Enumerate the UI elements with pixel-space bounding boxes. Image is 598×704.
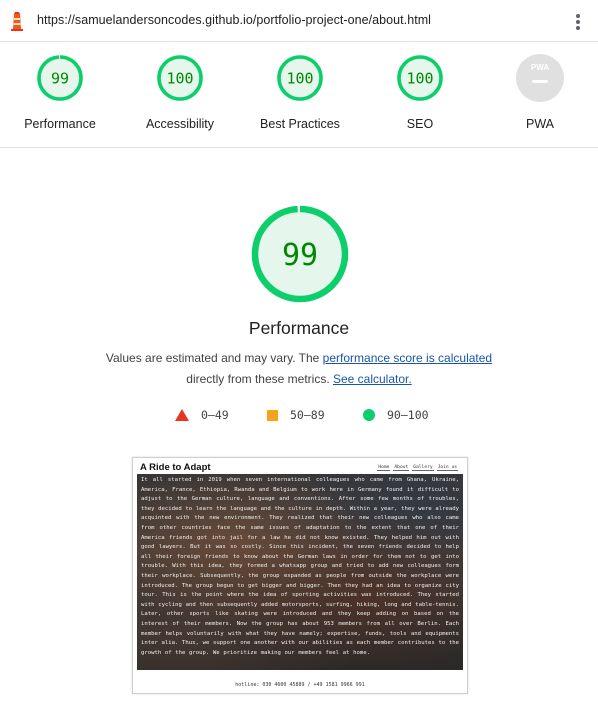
screenshot-nav: Home About Gallery Join us — [377, 465, 458, 471]
performance-description-line1: Values are estimated and may vary. The p… — [0, 348, 598, 369]
gauge-best-practices[interactable]: 100 Best Practices — [240, 54, 360, 131]
score-gauge: 99 — [37, 55, 83, 101]
gauge-label: Best Practices — [260, 117, 340, 131]
legend-label: 90–100 — [387, 408, 429, 422]
screenshot-nav-home: Home — [377, 465, 391, 471]
pass-circle-icon — [363, 409, 375, 421]
gauge-pwa[interactable]: PWA PWA — [480, 54, 598, 131]
screenshot-footer: hotline: 030 4600 45889 / +49 1581 9966 … — [235, 682, 365, 688]
score-gauge: 100 — [157, 55, 203, 101]
screenshot-title: A Ride to Adapt — [140, 462, 211, 473]
gauge-label: Performance — [24, 117, 96, 131]
score-value: 99 — [51, 70, 69, 88]
screenshot-nav-gallery: Gallery — [412, 465, 434, 471]
score-value: 100 — [406, 70, 433, 88]
score-value: 100 — [166, 70, 193, 88]
gauge-accessibility[interactable]: 100 Accessibility — [120, 54, 240, 131]
performance-score: 99 — [282, 238, 318, 273]
gauge-performance[interactable]: 99 Performance — [0, 54, 120, 131]
average-square-icon — [267, 409, 278, 421]
gauge-label: Accessibility — [145, 117, 215, 131]
score-gauge: 100 — [277, 55, 323, 101]
score-summary: 99 Performance 100 Accessibility 100 Bes… — [0, 42, 598, 148]
pwa-badge-icon: PWA — [516, 54, 564, 102]
fail-triangle-icon — [175, 409, 189, 421]
legend-fail: 0–49 — [175, 408, 229, 422]
performance-description-line2: directly from these metrics. See calcula… — [0, 369, 598, 390]
gauge-label: PWA — [525, 117, 554, 131]
see-calculator-link[interactable]: See calculator. — [333, 372, 412, 386]
performance-title: Performance — [248, 318, 350, 338]
score-legend: 0–49 50–89 90–100 — [0, 408, 598, 428]
score-gauge: 100 — [397, 55, 443, 101]
score-calculated-link[interactable]: performance score is calculated — [323, 351, 492, 365]
description-text: directly from these metrics. — [186, 372, 333, 386]
score-value: 100 — [286, 70, 313, 88]
gauge-seo[interactable]: 100 SEO — [360, 54, 480, 131]
legend-label: 0–49 — [201, 408, 229, 422]
pwa-badge-text: PWA — [531, 63, 549, 72]
screenshot-nav-join: Join us — [436, 465, 458, 471]
legend-average: 50–89 — [267, 408, 325, 422]
final-screenshot[interactable]: A Ride to Adapt Home About Gallery Join … — [132, 457, 468, 694]
page-url[interactable]: https://samuelandersoncodes.github.io/po… — [37, 13, 431, 27]
legend-label: 50–89 — [290, 408, 325, 422]
legend-pass: 90–100 — [363, 408, 429, 422]
kebab-menu-icon[interactable] — [570, 12, 586, 32]
screenshot-nav-about: About — [393, 465, 410, 471]
gauge-label: SEO — [406, 117, 434, 131]
description-text: Values are estimated and may vary. The — [105, 351, 323, 365]
lighthouse-icon — [11, 12, 23, 31]
performance-gauge: 99 — [251, 205, 349, 303]
url-bar: https://samuelandersoncodes.github.io/po… — [0, 0, 598, 42]
screenshot-body-text: It all started in 2019 when seven intern… — [141, 477, 459, 656]
screenshot-hero-image: It all started in 2019 when seven intern… — [137, 474, 463, 670]
